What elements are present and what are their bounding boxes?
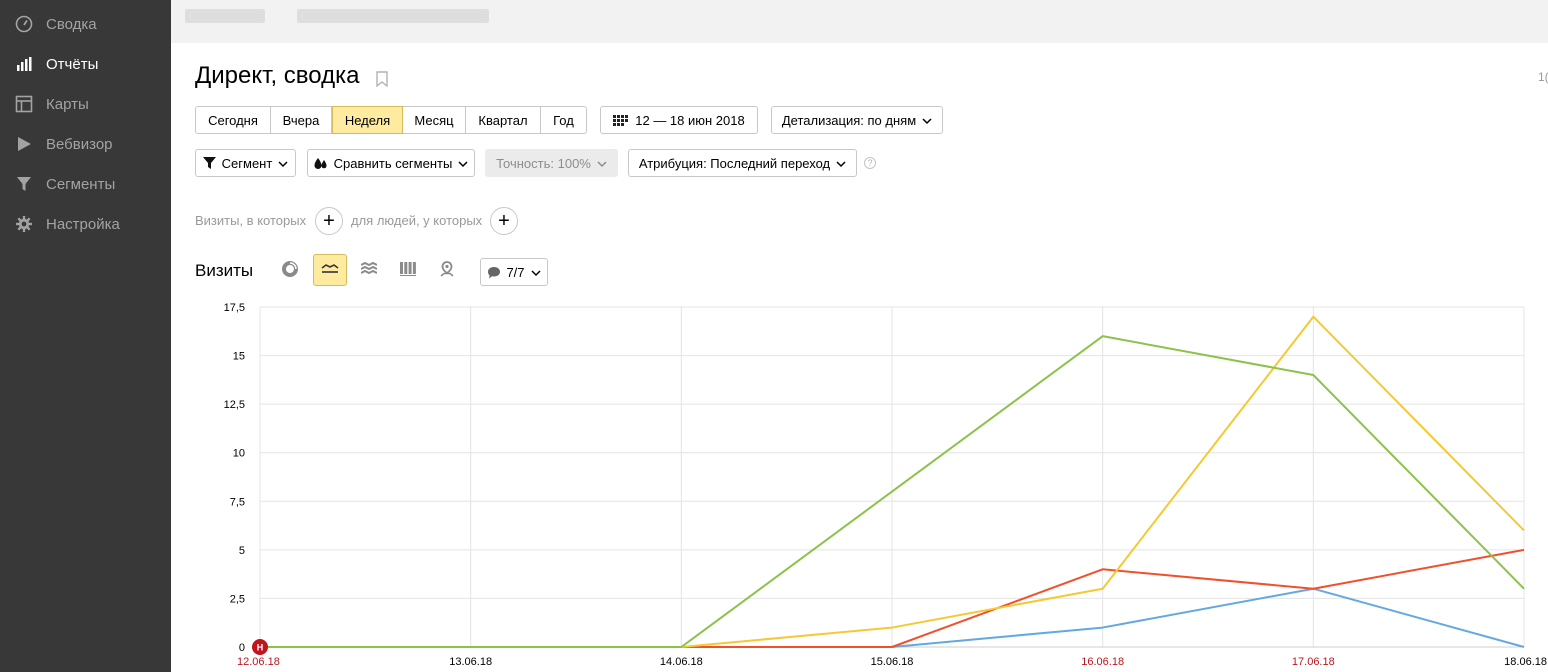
x-tick-label: 13.06.18 — [449, 656, 492, 668]
holiday-marker-label: Н — [257, 643, 264, 653]
x-tick-label: 15.06.18 — [871, 656, 914, 668]
y-tick-label: 17,5 — [224, 302, 245, 314]
y-tick-label: 5 — [239, 545, 245, 557]
y-tick-label: 10 — [233, 448, 245, 460]
x-tick-label: 17.06.18 — [1292, 656, 1335, 668]
y-tick-label: 12,5 — [224, 399, 245, 411]
y-tick-label: 15 — [233, 351, 245, 363]
x-tick-label: 16.06.18 — [1081, 656, 1124, 668]
x-tick-label: 18.06.18 — [1504, 656, 1547, 668]
y-tick-label: 7,5 — [230, 496, 245, 508]
visits-line-chart: 0 2,5 5 7,5 10 12,5 15 17,5 12.06.18 13.06.18 14.0… — [224, 302, 1547, 668]
x-tick-label: 12.06.18 — [237, 656, 280, 668]
y-tick-label: 0 — [239, 642, 245, 654]
x-tick-label: 14.06.18 — [660, 656, 703, 668]
y-tick-label: 2,5 — [230, 593, 245, 605]
